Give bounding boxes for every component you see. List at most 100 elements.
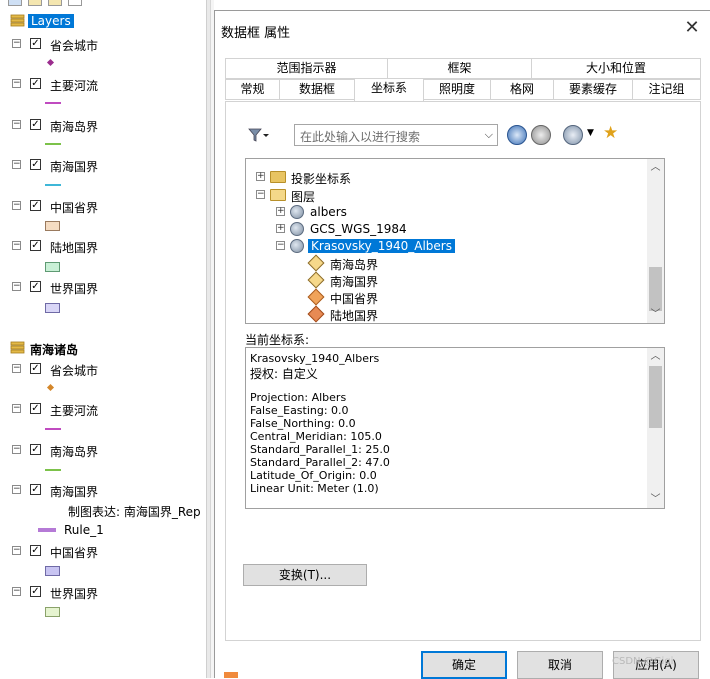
collapse-icon[interactable]: − <box>12 364 21 373</box>
tab-coordinate-system[interactable]: 坐标系 <box>354 78 424 101</box>
dialog-title: 数据框 属性 <box>221 26 291 41</box>
expand-icon[interactable]: + <box>276 224 285 233</box>
tab-size-position[interactable]: 大小和位置 <box>531 58 701 79</box>
layer-label: 南海国界 <box>50 485 99 499</box>
toc-layer-row[interactable]: − ✓ 省会城市 <box>0 35 206 55</box>
chevron-down-icon[interactable]: ⌵ <box>485 128 493 142</box>
toc-layer-row[interactable]: − ✓ 南海岛界 <box>0 441 206 461</box>
details-scrollbar[interactable]: ︿ ﹀ <box>647 348 664 508</box>
layer-visibility-checkbox[interactable]: ✓ <box>30 363 41 374</box>
tree-scrollbar[interactable]: ︿ ﹀ <box>647 159 664 323</box>
toc-layers-root[interactable]: Layers <box>0 12 206 32</box>
collapse-icon[interactable]: − <box>12 445 21 454</box>
toc-layer-row[interactable]: − ✓ 陆地国界 <box>0 237 206 257</box>
tree-node-albers[interactable]: + albers <box>276 204 636 221</box>
collapse-icon[interactable]: − <box>276 241 285 250</box>
scroll-down-icon[interactable]: ﹀ <box>647 491 664 508</box>
layer-visibility-checkbox[interactable]: ✓ <box>30 545 41 556</box>
tree-node-layers[interactable]: − 图层 <box>256 187 636 204</box>
collapse-icon[interactable]: − <box>12 241 21 250</box>
layer-visibility-checkbox[interactable]: ✓ <box>30 78 41 89</box>
collapse-icon[interactable]: − <box>12 160 21 169</box>
toc-layer-row[interactable]: − ✓ 南海国界 <box>0 156 206 176</box>
layer-visibility-checkbox[interactable]: ✓ <box>30 119 41 130</box>
scroll-thumb[interactable] <box>649 366 662 428</box>
collapse-icon[interactable]: − <box>12 39 21 48</box>
collapse-icon[interactable]: − <box>256 190 265 199</box>
tab-feature-cache[interactable]: 要素缓存 <box>553 79 633 100</box>
filter-icon[interactable] <box>247 126 269 144</box>
scroll-down-icon[interactable]: ﹀ <box>647 306 664 323</box>
tree-node-layer[interactable]: 南海国界 <box>307 271 608 289</box>
collapse-icon[interactable]: − <box>12 79 21 88</box>
search-icon[interactable] <box>507 125 527 145</box>
tab-label: 格网 <box>509 82 534 96</box>
dialog-titlebar[interactable]: 数据框 属性 ✕ <box>215 11 710 47</box>
toc-layer-row[interactable]: − ✓ 中国省界 <box>0 542 206 562</box>
taskbar-fragment <box>224 672 238 678</box>
tree-node-layer[interactable]: 陆地国界 <box>307 305 608 323</box>
tree-node-projected[interactable]: + 投影坐标系 <box>256 169 636 186</box>
expand-icon[interactable]: + <box>276 207 285 216</box>
toc-group-nanhai[interactable]: 南海诸岛 <box>0 339 206 359</box>
collapse-icon[interactable]: − <box>12 485 21 494</box>
scroll-up-icon[interactable]: ︿ <box>647 159 664 176</box>
layer-visibility-checkbox[interactable]: ✓ <box>30 586 41 597</box>
tree-label: GCS_WGS_1984 <box>310 222 407 236</box>
layer-visibility-checkbox[interactable]: ✓ <box>30 444 41 455</box>
add-coordinate-system-icon[interactable] <box>563 125 583 145</box>
expand-icon[interactable]: + <box>256 172 265 181</box>
layer-visibility-checkbox[interactable]: ✓ <box>30 200 41 211</box>
layer-visibility-checkbox[interactable]: ✓ <box>30 281 41 292</box>
toc-layer-row[interactable]: − ✓ 中国省界 <box>0 197 206 217</box>
close-icon[interactable]: ✕ <box>681 17 703 39</box>
tab-extent-indicators[interactable]: 范围指示器 <box>225 58 388 79</box>
collapse-icon[interactable]: − <box>12 282 21 291</box>
tab-annotation-groups[interactable]: 注记组 <box>632 79 701 100</box>
current-coordinate-system-details: Krasovsky_1940_Albers 授权: 自定义 Projection… <box>245 347 665 509</box>
cancel-button[interactable]: 取消 <box>517 651 603 679</box>
list-by-drawing-order-icon[interactable] <box>8 0 22 6</box>
tree-node-krasovsky[interactable]: − Krasovsky_1940_Albers <box>276 238 636 255</box>
collapse-icon[interactable]: − <box>12 404 21 413</box>
collapse-icon[interactable]: − <box>12 546 21 555</box>
toc-layer-row[interactable]: − ✓ 主要河流 <box>0 75 206 95</box>
toc-layer-row[interactable]: − ✓ 世界国界 <box>0 278 206 298</box>
toc-layer-row[interactable]: − ✓ 世界国界 <box>0 583 206 603</box>
collapse-icon[interactable]: − <box>12 587 21 596</box>
add-to-favorites-icon[interactable]: ★ <box>603 123 618 143</box>
collapse-icon[interactable]: − <box>12 201 21 210</box>
clear-search-icon[interactable] <box>531 125 551 145</box>
chevron-down-icon[interactable]: ▼ <box>587 128 594 138</box>
tab-illumination[interactable]: 照明度 <box>423 79 491 100</box>
toc-layer-row[interactable]: − ✓ 省会城市 <box>0 360 206 380</box>
tab-label: 坐标系 <box>370 81 407 95</box>
tree-node-layer[interactable]: 南海岛界 <box>307 254 608 272</box>
search-input[interactable]: 在此处输入以进行搜索 ⌵ <box>294 124 498 146</box>
layer-icon <box>307 305 325 323</box>
layer-visibility-checkbox[interactable]: ✓ <box>30 38 41 49</box>
tree-node-gcs-wgs-1984[interactable]: + GCS_WGS_1984 <box>276 221 636 238</box>
toc-layer-row[interactable]: − ✓ 南海国界 <box>0 481 206 501</box>
layer-visibility-checkbox[interactable]: ✓ <box>30 484 41 495</box>
list-by-visibility-icon[interactable] <box>48 0 62 6</box>
tab-grids[interactable]: 格网 <box>490 79 554 100</box>
tree-node-layer[interactable]: 中国省界 <box>307 288 608 306</box>
toc-layer-row[interactable]: − ✓ 南海岛界 <box>0 116 206 136</box>
collapse-icon[interactable]: − <box>12 120 21 129</box>
ok-button[interactable]: 确定 <box>421 651 507 679</box>
scroll-up-icon[interactable]: ︿ <box>647 348 664 365</box>
layer-visibility-checkbox[interactable]: ✓ <box>30 240 41 251</box>
toc-layer-row[interactable]: − ✓ 主要河流 <box>0 400 206 420</box>
open-folder-icon <box>270 189 286 201</box>
tab-frame[interactable]: 框架 <box>387 58 532 79</box>
layer-visibility-checkbox[interactable]: ✓ <box>30 403 41 414</box>
tab-data-frame[interactable]: 数据框 <box>279 79 355 100</box>
transformation-button[interactable]: 变换(T)... <box>243 564 367 586</box>
list-by-source-icon[interactable] <box>28 0 42 6</box>
layer-label: 世界国界 <box>50 282 99 296</box>
list-by-selection-icon[interactable] <box>68 0 82 6</box>
tab-general[interactable]: 常规 <box>225 79 280 100</box>
scroll-thumb[interactable] <box>649 267 662 311</box>
layer-visibility-checkbox[interactable]: ✓ <box>30 159 41 170</box>
